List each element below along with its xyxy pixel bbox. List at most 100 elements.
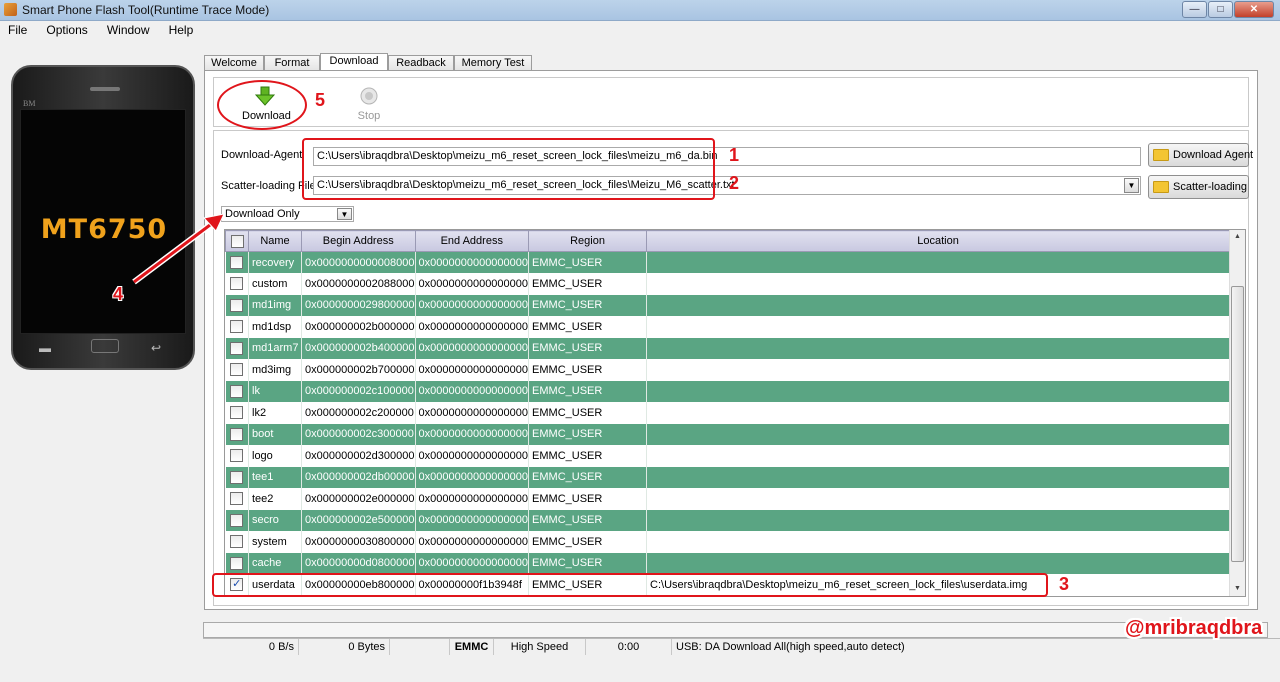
row-checkbox-cell[interactable] [225, 380, 249, 402]
cell-end-address: 0x0000000000000000 [415, 294, 530, 316]
cell-region: EMMC_USER [528, 552, 648, 574]
cell-name: custom [248, 273, 302, 295]
checkbox[interactable] [230, 277, 244, 291]
cell-name: tee1 [248, 466, 302, 488]
tab-format[interactable]: Format [264, 55, 320, 71]
back-key-icon: ↩ [151, 341, 162, 355]
checkbox[interactable] [230, 341, 244, 355]
checkbox[interactable] [230, 535, 244, 549]
cell-name: system [248, 531, 302, 553]
chevron-down-icon[interactable]: ▼ [337, 208, 352, 220]
checkbox[interactable] [230, 406, 244, 420]
mode-select[interactable]: Download Only ▼ [221, 206, 354, 222]
row-checkbox-cell[interactable] [225, 445, 249, 467]
checkbox[interactable] [230, 234, 244, 248]
table-row[interactable]: md1arm7 0x000000002b400000 0x0000000000000… [225, 337, 1231, 359]
stop-button[interactable]: Stop [352, 86, 386, 122]
table-row[interactable]: tee1 0x000000002db00000 0x0000000000000000… [225, 466, 1231, 488]
row-checkbox-cell[interactable] [225, 509, 249, 531]
close-button[interactable]: ✕ [1234, 1, 1274, 18]
table-row[interactable]: system 0x0000000030800000 0x00000000000000… [225, 531, 1231, 553]
scroll-down-icon[interactable]: ▼ [1230, 582, 1245, 596]
row-checkbox-cell[interactable] [225, 531, 249, 553]
table-row[interactable]: md1dsp 0x000000002b000000 0x00000000000000… [225, 316, 1231, 338]
vertical-scrollbar[interactable]: ▲ ▼ [1229, 230, 1245, 596]
checkbox[interactable] [230, 470, 244, 484]
maximize-button[interactable]: □ [1208, 1, 1233, 18]
stop-button-label: Stop [357, 110, 381, 122]
scrollbar-thumb[interactable] [1231, 286, 1244, 562]
menu-file[interactable]: File [0, 21, 35, 37]
table-row[interactable]: lk2 0x000000002c200000 0x0000000000000000 E… [225, 402, 1231, 424]
cell-name: md1img [248, 294, 302, 316]
checkbox[interactable] [230, 513, 244, 527]
cell-end-address: 0x0000000000000000 [415, 488, 530, 510]
row-checkbox-cell[interactable] [225, 359, 249, 381]
chevron-down-icon[interactable]: ▼ [1124, 178, 1139, 193]
row-checkbox-cell[interactable] [225, 466, 249, 488]
checkbox[interactable] [230, 256, 244, 269]
table-row[interactable]: boot 0x000000002c300000 0x0000000000000000… [225, 423, 1231, 445]
cell-location [646, 445, 1231, 467]
row-checkbox-cell[interactable] [225, 423, 249, 445]
checkbox[interactable] [230, 363, 244, 377]
cell-end-address: 0x0000000000000000 [415, 552, 530, 574]
cell-begin-address: 0x0000000002088000 [301, 273, 416, 295]
checkbox[interactable] [230, 492, 244, 506]
download-agent-button-label: Download Agent [1173, 149, 1254, 161]
cell-location [646, 552, 1231, 574]
cell-name: cache [248, 552, 302, 574]
checkbox[interactable] [230, 320, 244, 334]
col-end-address[interactable]: End Address [414, 230, 530, 252]
checkbox[interactable] [230, 298, 244, 312]
cell-location [646, 531, 1231, 553]
table-row[interactable]: secro 0x000000002e500000 0x000000000000000… [225, 509, 1231, 531]
table-row[interactable]: md3img 0x000000002b700000 0x00000000000000… [225, 359, 1231, 381]
row-checkbox-cell[interactable] [225, 316, 249, 338]
col-location[interactable]: Location [646, 230, 1231, 252]
partition-table: Name Begin Address End Address Region Lo… [224, 229, 1246, 597]
scroll-up-icon[interactable]: ▲ [1230, 230, 1245, 244]
menu-window[interactable]: Window [99, 21, 158, 37]
cell-region: EMMC_USER [528, 380, 648, 402]
table-row[interactable]: lk 0x000000002c100000 0x0000000000000000 EM… [225, 380, 1231, 402]
folder-icon [1153, 149, 1169, 161]
checkbox[interactable] [230, 449, 244, 463]
row-checkbox-cell[interactable] [225, 552, 249, 574]
menu-options[interactable]: Options [38, 21, 95, 37]
phone-softkeys: ▬ ↩ [13, 339, 193, 361]
checkbox[interactable] [230, 556, 244, 570]
checkbox[interactable] [230, 384, 244, 398]
row-checkbox-cell[interactable] [225, 402, 249, 424]
scatter-loading-button[interactable]: Scatter-loading [1148, 175, 1249, 199]
cell-begin-address: 0x000000002c100000 [301, 380, 416, 402]
menu-help[interactable]: Help [161, 21, 202, 37]
status-bytes: 0 Bytes [299, 639, 390, 655]
cell-name: md1arm7 [248, 337, 302, 359]
table-row[interactable]: tee2 0x000000002e000000 0x0000000000000000… [225, 488, 1231, 510]
cell-name: md1dsp [248, 316, 302, 338]
col-region[interactable]: Region [528, 230, 648, 252]
cell-begin-address: 0x000000002d300000 [301, 445, 416, 467]
col-begin-address[interactable]: Begin Address [301, 230, 416, 252]
table-row[interactable]: cache 0x00000000d0800000 0x000000000000000… [225, 552, 1231, 574]
download-agent-label: Download-Agent [221, 149, 303, 161]
row-checkbox-cell[interactable] [225, 488, 249, 510]
table-row[interactable]: recovery 0x0000000000008000 0x000000000000… [225, 251, 1231, 273]
table-row[interactable]: md1img 0x0000000029800000 0x00000000000000… [225, 294, 1231, 316]
table-row[interactable]: logo 0x000000002d300000 0x0000000000000000… [225, 445, 1231, 467]
row-checkbox-cell[interactable] [225, 337, 249, 359]
table-row[interactable]: custom 0x0000000002088000 0x00000000000000… [225, 273, 1231, 295]
col-name[interactable]: Name [248, 230, 302, 252]
tab-welcome[interactable]: Welcome [204, 55, 264, 71]
tab-memory-test[interactable]: Memory Test [454, 55, 532, 71]
cell-begin-address: 0x000000002db00000 [301, 466, 416, 488]
cell-name: tee2 [248, 488, 302, 510]
minimize-button[interactable]: — [1182, 1, 1207, 18]
scatter-loading-button-label: Scatter-loading [1173, 181, 1247, 193]
download-agent-button[interactable]: Download Agent [1148, 143, 1253, 167]
checkbox[interactable] [230, 427, 244, 441]
tab-readback[interactable]: Readback [388, 55, 454, 71]
mode-select-value: Download Only [225, 208, 300, 220]
status-bar: 0 B/s 0 Bytes EMMC High Speed 0:00 USB: … [203, 638, 1280, 655]
